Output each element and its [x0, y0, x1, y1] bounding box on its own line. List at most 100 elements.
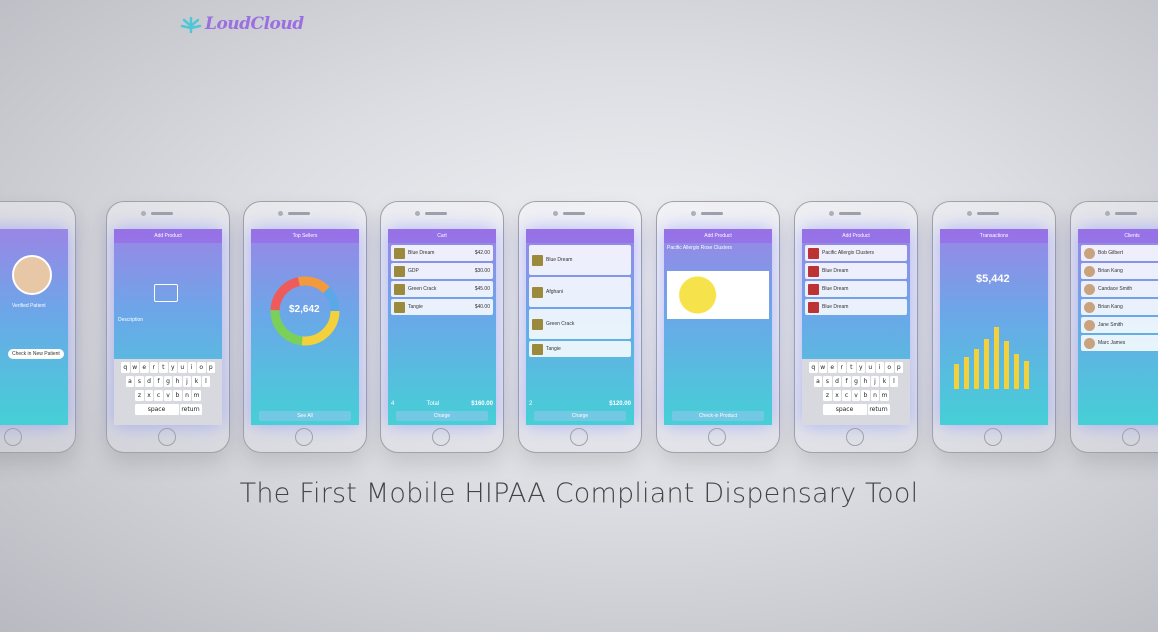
cart-item[interactable]: Blue Dream $42.00: [391, 245, 493, 261]
key[interactable]: j: [182, 376, 192, 387]
key[interactable]: f: [842, 376, 851, 387]
product-row[interactable]: Tangie: [529, 341, 631, 357]
key[interactable]: u: [178, 362, 187, 373]
cart-item[interactable]: GDP $30.00: [391, 263, 493, 279]
bar-mark: [954, 364, 959, 389]
checkin-product-button[interactable]: Check-in Product: [672, 411, 764, 421]
keyboard-row-1: qwertyuiop: [802, 362, 910, 373]
key[interactable]: k: [880, 376, 889, 387]
key[interactable]: k: [192, 376, 201, 387]
home-button: [432, 428, 450, 446]
client-row[interactable]: Candace Smith: [1081, 281, 1158, 297]
bar-mark: [984, 339, 989, 389]
key[interactable]: l: [889, 376, 899, 387]
return-key[interactable]: return: [179, 404, 202, 415]
key[interactable]: z: [823, 390, 832, 401]
key[interactable]: a: [125, 376, 135, 387]
see-all-button[interactable]: See All: [259, 411, 351, 421]
product-row[interactable]: Blue Dream: [529, 245, 631, 275]
client-row[interactable]: Jane Smith: [1081, 317, 1158, 333]
key[interactable]: a: [813, 376, 823, 387]
key[interactable]: s: [823, 376, 832, 387]
key[interactable]: i: [187, 362, 196, 373]
phone-product-detail: Add Product Pacific Allergix Rose Cluste…: [656, 201, 780, 453]
item-name: Tangie: [408, 304, 423, 310]
key[interactable]: q: [121, 362, 130, 373]
brand-logo: LoudCloud: [180, 14, 304, 34]
key[interactable]: g: [851, 376, 861, 387]
key[interactable]: o: [197, 362, 206, 373]
key[interactable]: r: [837, 362, 846, 373]
key[interactable]: w: [818, 362, 827, 373]
key[interactable]: d: [832, 376, 842, 387]
key[interactable]: t: [159, 362, 168, 373]
key[interactable]: c: [154, 390, 163, 401]
bar-mark: [1014, 354, 1019, 389]
cart-count: 4: [391, 401, 395, 407]
key[interactable]: e: [140, 362, 149, 373]
key[interactable]: o: [885, 362, 894, 373]
cart-item[interactable]: Green Crack $45.00: [391, 281, 493, 297]
client-row[interactable]: Brian Kang: [1081, 263, 1158, 279]
screen-title: Add Product: [664, 229, 772, 243]
key[interactable]: h: [861, 376, 870, 387]
key[interactable]: m: [880, 390, 889, 401]
key[interactable]: f: [154, 376, 163, 387]
client-name: Brian Kang: [1098, 268, 1123, 274]
product-row[interactable]: Blue Dream: [805, 299, 907, 315]
key[interactable]: p: [894, 362, 903, 373]
keyboard-row-2: asdfghjkl: [802, 376, 910, 387]
key[interactable]: h: [173, 376, 182, 387]
product-row[interactable]: Afghani: [529, 277, 631, 307]
add-product-screen: Add Product Description qwertyuiop asdfg…: [114, 229, 222, 425]
key[interactable]: v: [851, 390, 861, 401]
key[interactable]: x: [144, 390, 154, 401]
product-row[interactable]: Blue Dream: [805, 263, 907, 279]
key[interactable]: b: [861, 390, 870, 401]
key[interactable]: y: [856, 362, 865, 373]
product-row[interactable]: Green Crack: [529, 309, 631, 339]
key[interactable]: z: [135, 390, 144, 401]
key[interactable]: n: [182, 390, 192, 401]
transactions-bar-chart: [954, 327, 1029, 389]
product-row[interactable]: Blue Dream: [805, 281, 907, 297]
client-row[interactable]: Marc James: [1081, 335, 1158, 351]
key[interactable]: t: [847, 362, 856, 373]
charge-button[interactable]: Charge: [534, 411, 626, 421]
key[interactable]: n: [870, 390, 880, 401]
key[interactable]: p: [206, 362, 215, 373]
key[interactable]: g: [163, 376, 173, 387]
key[interactable]: b: [173, 390, 182, 401]
key[interactable]: y: [168, 362, 177, 373]
avatar: [1084, 283, 1095, 295]
checkin-button[interactable]: Check in New Patient: [8, 349, 64, 359]
product-row[interactable]: Pacific Allergix Clusters: [805, 245, 907, 261]
key[interactable]: q: [809, 362, 818, 373]
key[interactable]: d: [144, 376, 154, 387]
image-icon[interactable]: [154, 284, 178, 302]
description-field[interactable]: Description: [118, 317, 143, 323]
client-row[interactable]: Bob Gilbert: [1081, 245, 1158, 261]
space-key[interactable]: space: [134, 404, 179, 415]
return-key[interactable]: return: [867, 404, 890, 415]
key[interactable]: j: [870, 376, 880, 387]
key[interactable]: l: [201, 376, 211, 387]
key[interactable]: c: [842, 390, 851, 401]
key[interactable]: e: [828, 362, 837, 373]
transactions-screen: Transactions $5,442: [940, 229, 1048, 425]
key[interactable]: i: [875, 362, 884, 373]
cart-item[interactable]: Tangie $40.00: [391, 299, 493, 315]
key[interactable]: r: [149, 362, 158, 373]
key[interactable]: v: [163, 390, 173, 401]
client-row[interactable]: Brian Kang: [1081, 299, 1158, 315]
item-price: $42.00: [474, 250, 490, 256]
key[interactable]: x: [832, 390, 842, 401]
key[interactable]: m: [192, 390, 201, 401]
key[interactable]: s: [135, 376, 144, 387]
key[interactable]: w: [130, 362, 139, 373]
key[interactable]: u: [866, 362, 875, 373]
charge-button[interactable]: Charge: [396, 411, 488, 421]
search-bar[interactable]: [526, 229, 634, 243]
space-key[interactable]: space: [822, 404, 867, 415]
bar-mark: [974, 349, 979, 389]
